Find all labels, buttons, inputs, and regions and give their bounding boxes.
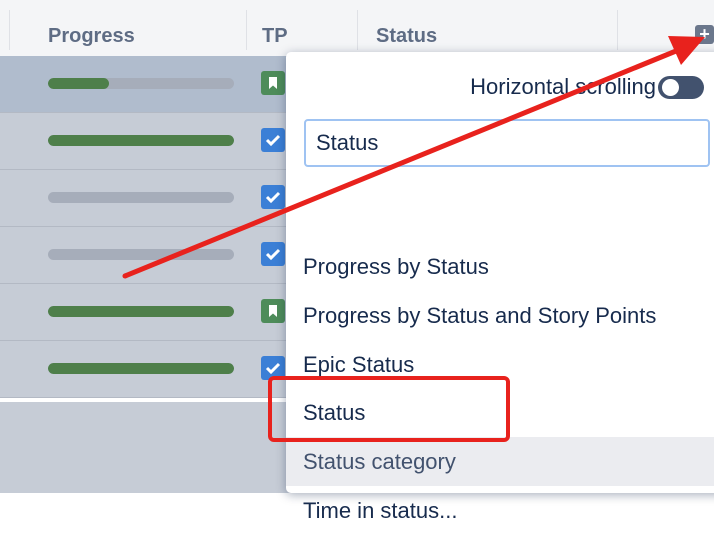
- horizontal-scrolling-toggle[interactable]: [658, 76, 704, 99]
- column-header-status[interactable]: Status: [376, 25, 437, 48]
- toggle-knob: [662, 79, 679, 96]
- menu-item-progress-by-status[interactable]: Progress by Status: [286, 242, 714, 291]
- progress-bar: [48, 135, 234, 146]
- progress-bar: [48, 192, 234, 203]
- column-separator[interactable]: [9, 10, 10, 50]
- bookmark-icon[interactable]: [261, 299, 285, 323]
- column-separator[interactable]: [617, 10, 618, 50]
- progress-bar: [48, 249, 234, 260]
- menu-item-status-category[interactable]: Status category: [286, 437, 714, 486]
- column-separator[interactable]: [246, 10, 247, 50]
- progress-bar: [48, 363, 234, 374]
- add-column-icon[interactable]: +: [695, 25, 714, 44]
- horizontal-scrolling-label: Horizontal scrolling: [470, 74, 656, 99]
- checkbox-icon[interactable]: [261, 185, 285, 209]
- annotation-highlight-box: [268, 376, 510, 442]
- bookmark-icon[interactable]: [261, 71, 285, 95]
- checkbox-icon[interactable]: [261, 242, 285, 266]
- column-header-tp[interactable]: TP: [262, 25, 288, 48]
- menu-item-progress-by-status-story-points[interactable]: Progress by Status and Story Points: [286, 291, 714, 340]
- column-header-progress[interactable]: Progress: [48, 25, 135, 48]
- column-separator[interactable]: [357, 10, 358, 50]
- progress-bar: [48, 78, 234, 89]
- checkbox-icon[interactable]: [261, 128, 285, 152]
- table-header: Progress TP Status +: [0, 0, 714, 57]
- menu-item-time-in-status[interactable]: Time in status...: [286, 486, 714, 535]
- progress-bar: [48, 306, 234, 317]
- column-search-input[interactable]: [304, 119, 710, 167]
